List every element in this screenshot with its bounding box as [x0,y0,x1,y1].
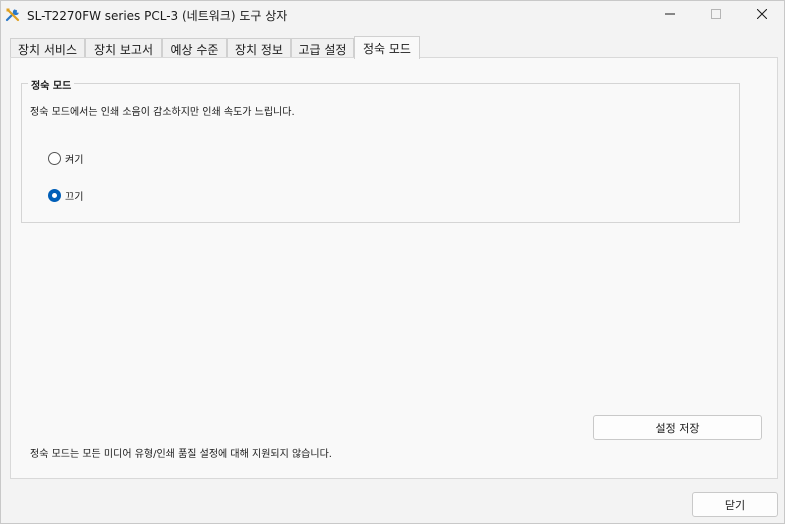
close-button[interactable]: 닫기 [692,492,778,517]
tab-quiet-mode[interactable]: 정숙 모드 [354,36,420,59]
tab-label: 정숙 모드 [363,41,411,56]
tab-advanced-settings[interactable]: 고급 설정 [291,38,354,59]
radio-label: 켜기 [65,155,84,166]
radio-off[interactable]: 끄기 [48,188,83,203]
tab-label: 장치 보고서 [93,42,153,57]
group-title: 정숙 모드 [28,77,75,92]
radio-on[interactable]: 켜기 [48,151,83,166]
title-bar[interactable]: SL-T2270FW series PCL-3 (네트워크) 도구 상자 [1,1,784,31]
support-note: 정숙 모드는 모든 미디어 유형/인쇄 품질 설정에 대해 지원되지 않습니다. [30,449,332,460]
tab-estimated-levels[interactable]: 예상 수준 [162,38,227,59]
maximize-icon [711,8,721,22]
minimize-icon [665,9,675,22]
quiet-mode-description: 정숙 모드에서는 인쇄 소음이 감소하지만 인쇄 속도가 느립니다. [30,107,295,118]
tab-label: 장치 정보 [235,42,283,57]
tab-device-services[interactable]: 장치 서비스 [10,38,85,59]
toolbox-window: SL-T2270FW series PCL-3 (네트워크) 도구 상자 장치 … [0,0,785,524]
close-window-button[interactable] [739,1,785,29]
tab-label: 장치 서비스 [17,42,77,57]
quiet-mode-page: 정숙 모드 정숙 모드에서는 인쇄 소음이 감소하지만 인쇄 속도가 느립니다.… [10,57,778,479]
close-icon [756,8,768,22]
tab-label: 고급 설정 [298,42,347,57]
save-settings-button[interactable]: 설정 저장 [593,415,762,440]
button-label: 닫기 [724,498,746,512]
tools-icon [5,7,21,23]
radio-button-icon[interactable] [48,152,61,165]
tab-device-info[interactable]: 장치 정보 [227,38,291,59]
tab-device-reports[interactable]: 장치 보고서 [85,38,162,59]
minimize-button[interactable] [647,1,693,29]
tab-label: 예상 수준 [170,42,219,57]
maximize-button[interactable] [693,1,739,29]
window-title: SL-T2270FW series PCL-3 (네트워크) 도구 상자 [27,9,288,23]
radio-label: 끄기 [65,192,84,203]
button-label: 설정 저장 [655,421,700,435]
radio-button-selected-icon[interactable] [48,189,61,202]
